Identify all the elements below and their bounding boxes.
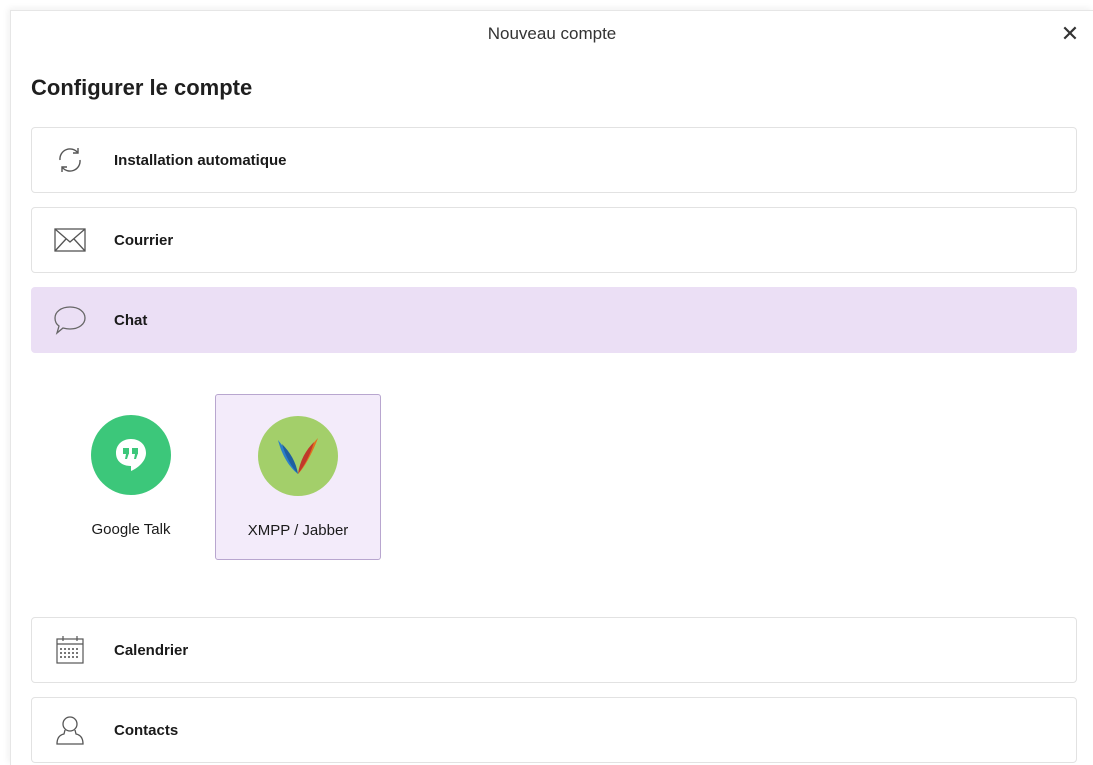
row-label: Contacts [114, 721, 179, 739]
chat-bubble-icon [50, 300, 90, 340]
page-title: Configurer le compte [31, 75, 253, 100]
sync-icon [50, 140, 90, 180]
row-chat[interactable]: Chat [31, 287, 1077, 353]
dialog-title: Nouveau compte [487, 24, 617, 43]
row-calendar[interactable]: Calendrier [31, 617, 1077, 683]
tile-xmpp-jabber[interactable]: XMPP / Jabber [215, 394, 381, 560]
row-auto-setup[interactable]: Installation automatique [31, 127, 1077, 193]
tile-label: Google Talk [91, 521, 171, 538]
row-mail[interactable]: Courrier [31, 207, 1077, 273]
row-contacts[interactable]: Contacts [31, 697, 1077, 763]
new-account-dialog: Nouveau compte ✕ Configurer le compte In… [10, 10, 1093, 765]
row-label: Chat [114, 311, 148, 329]
row-label: Installation automatique [114, 151, 287, 169]
close-icon: ✕ [1060, 21, 1080, 46]
person-icon [50, 710, 90, 750]
tile-label: XMPP / Jabber [247, 522, 349, 539]
row-label: Courrier [114, 231, 174, 249]
xmpp-icon [258, 416, 338, 496]
row-label: Calendrier [114, 641, 189, 659]
close-button[interactable]: ✕ [1055, 19, 1085, 49]
calendar-icon [50, 630, 90, 670]
envelope-icon [50, 220, 90, 260]
tile-google-talk[interactable]: Google Talk [48, 394, 214, 560]
google-talk-icon [91, 415, 171, 495]
